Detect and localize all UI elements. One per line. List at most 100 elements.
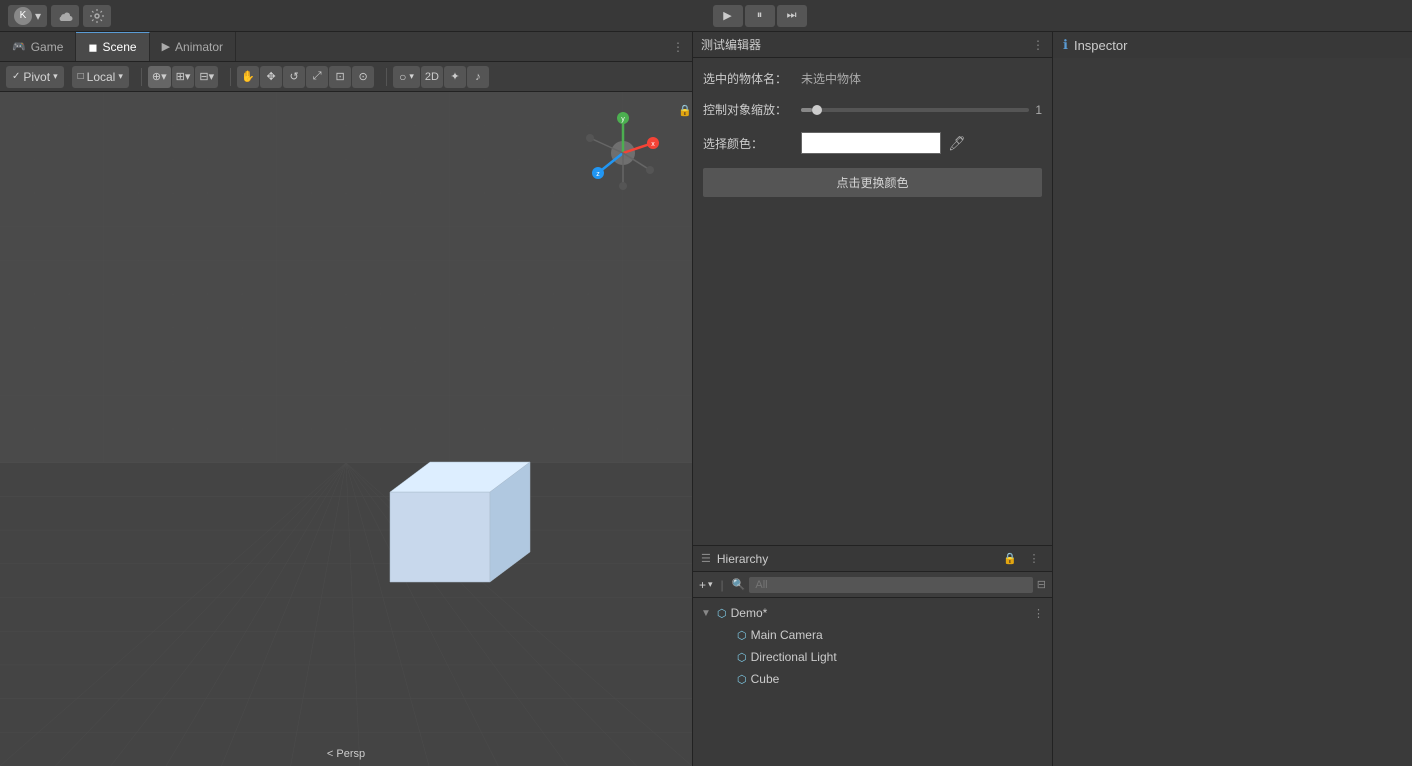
editor-panel: 测试编辑器 ⋮ 选中的物体名： 未选中物体 控制对象缩放： xyxy=(693,32,1052,546)
account-icon: K xyxy=(14,7,32,25)
editor-content: 选中的物体名： 未选中物体 控制对象缩放： 1 xyxy=(693,58,1052,209)
animator-tab-icon: ▶ xyxy=(162,40,170,53)
view-tools: ✋ ✥ ↺ ⤢ ⊡ ⊙ xyxy=(237,66,374,88)
tool-composite[interactable]: ⊙ xyxy=(352,66,374,88)
inspector-icon: ℹ xyxy=(1063,37,1068,53)
main-camera-label: Main Camera xyxy=(751,628,823,642)
settings-button[interactable] xyxy=(83,5,111,27)
game-tab-icon: 🎮 xyxy=(12,40,26,53)
tool-move[interactable]: ⊕▾ xyxy=(148,66,171,88)
directional-light-label: Directional Light xyxy=(751,650,837,664)
hierarchy-more-button[interactable]: ⋮ xyxy=(1024,549,1044,569)
cube-icon: ⬡ xyxy=(737,673,747,686)
tabs-row: 🎮 Game ◼ Scene ▶ Animator ⋮ xyxy=(0,32,692,62)
local-dropdown[interactable]: □ Local ▾ xyxy=(72,66,129,88)
gizmo-svg: y x z xyxy=(578,108,668,198)
color-swatch[interactable] xyxy=(801,132,941,154)
hierarchy-search-input[interactable] xyxy=(749,577,1032,593)
color-label: 选择颜色： xyxy=(703,135,793,152)
account-button[interactable]: K ▾ xyxy=(8,5,47,27)
tool-hand[interactable]: ✋ xyxy=(237,66,259,88)
tab-animator[interactable]: ▶ Animator xyxy=(150,32,237,61)
step-button[interactable]: ⏭ xyxy=(777,5,807,27)
main-content: 🎮 Game ◼ Scene ▶ Animator ⋮ ✓ Pivot ▾ xyxy=(0,32,1412,766)
scale-slider[interactable]: 1 xyxy=(801,103,1042,117)
tool-rotate[interactable]: ↺ xyxy=(283,66,305,88)
tabs-more-button[interactable]: ⋮ xyxy=(664,32,692,61)
scene-gizmo[interactable]: y x z xyxy=(578,108,668,198)
scale-row: 控制对象缩放： 1 xyxy=(703,101,1042,118)
hierarchy-add-button[interactable]: +▾ xyxy=(699,578,713,592)
scale-label: 控制对象缩放： xyxy=(703,101,793,118)
local-group: □ Local ▾ xyxy=(72,66,129,88)
scene-tab-label: Scene xyxy=(103,40,137,54)
hierarchy-directional-light[interactable]: ⬡ Directional Light xyxy=(693,646,1052,668)
inspector-title: Inspector xyxy=(1074,38,1127,53)
editor-more-button[interactable]: ⋮ xyxy=(1032,38,1044,52)
hierarchy-cube[interactable]: ⬡ Cube xyxy=(693,668,1052,690)
settings-icon xyxy=(90,9,104,23)
tab-game[interactable]: 🎮 Game xyxy=(0,32,76,61)
view-2d-button[interactable]: 2D xyxy=(421,66,443,88)
render-tools: ○▾ 2D ✦ ♪ xyxy=(393,66,489,88)
hierarchy-header: ☰ Hierarchy 🔒 ⋮ xyxy=(693,546,1052,572)
cube-label: Cube xyxy=(751,672,780,686)
play-controls: ▶ ⏸ ⏭ xyxy=(713,5,807,27)
editor-panel-header: 测试编辑器 ⋮ xyxy=(693,32,1052,58)
eyedropper-button[interactable]: 🖊 xyxy=(947,133,967,153)
scene-tab-icon: ◼ xyxy=(88,41,97,54)
cloud-button[interactable] xyxy=(51,5,79,27)
hierarchy-items: ▼ ⬡ Demo* ⋮ ⬡ Main Camera ⬡ xyxy=(693,598,1052,766)
hierarchy-search-icon: 🔍 xyxy=(732,578,746,591)
scale-value: 1 xyxy=(1035,103,1042,117)
tool-translate[interactable]: ✥ xyxy=(260,66,282,88)
fx-button[interactable]: ✦ xyxy=(444,66,466,88)
render-mode-dropdown[interactable]: ○▾ xyxy=(393,66,420,88)
pivot-dropdown[interactable]: ✓ Pivot ▾ xyxy=(6,66,64,88)
pivot-label: Pivot xyxy=(23,70,50,84)
scale-track xyxy=(801,108,1029,112)
expand-arrow-demo: ▼ xyxy=(701,608,713,619)
tool-scale[interactable]: ⤢ xyxy=(306,66,328,88)
svg-text:y: y xyxy=(621,116,625,123)
scene-label: Demo* xyxy=(731,606,768,620)
selected-value: 未选中物体 xyxy=(801,70,861,87)
audio-button[interactable]: ♪ xyxy=(467,66,489,88)
tool-rect2[interactable]: ⊡ xyxy=(329,66,351,88)
hierarchy-lock-button[interactable]: 🔒 xyxy=(1000,549,1020,569)
cloud-icon xyxy=(57,10,73,22)
pause-button[interactable]: ⏸ xyxy=(745,5,775,27)
play-button[interactable]: ▶ xyxy=(713,5,743,27)
color-field: 🖊 xyxy=(801,132,967,154)
hierarchy-title: Hierarchy xyxy=(717,552,994,566)
transform-tools: ⊕▾ ⊞▾ ⊟▾ xyxy=(148,66,218,88)
right-panels: 测试编辑器 ⋮ 选中的物体名： 未选中物体 控制对象缩放： xyxy=(692,32,1052,766)
hierarchy-scene-item[interactable]: ▼ ⬡ Demo* ⋮ xyxy=(693,602,1052,624)
scene-view[interactable]: y x z � xyxy=(0,92,692,766)
tab-scene[interactable]: ◼ Scene xyxy=(76,32,149,61)
animator-tab-label: Animator xyxy=(175,40,223,54)
change-color-button[interactable]: 点击更换颜色 xyxy=(703,168,1042,197)
local-label: Local xyxy=(87,70,116,84)
inspector-header: ℹ Inspector xyxy=(1053,32,1412,58)
hierarchy-icon: ☰ xyxy=(701,552,711,565)
camera-icon: ⬡ xyxy=(737,629,747,642)
toolbar-divider-3 xyxy=(386,68,387,86)
color-row: 选择颜色： 🖊 xyxy=(703,132,1042,154)
toolbar-divider-1 xyxy=(141,68,142,86)
hierarchy-filter-button[interactable]: ⊟ xyxy=(1037,578,1046,591)
game-tab-label: Game xyxy=(31,40,64,54)
scale-thumb[interactable] xyxy=(812,105,822,115)
pivot-group: ✓ Pivot ▾ xyxy=(6,66,64,88)
lock-icon: 🔒 xyxy=(678,104,692,117)
hierarchy-main-camera[interactable]: ⬡ Main Camera xyxy=(693,624,1052,646)
tool-snap[interactable]: ⊟▾ xyxy=(195,66,218,88)
hierarchy-actions: 🔒 ⋮ xyxy=(1000,549,1044,569)
selected-object-row: 选中的物体名： 未选中物体 xyxy=(703,70,1042,87)
inspector-panel: ℹ Inspector xyxy=(1052,32,1412,766)
svg-text:z: z xyxy=(596,171,600,178)
scene-more-button[interactable]: ⋮ xyxy=(1033,607,1044,620)
svg-text:x: x xyxy=(651,141,655,148)
toolbar-divider-2 xyxy=(230,68,231,86)
tool-rect[interactable]: ⊞▾ xyxy=(172,66,195,88)
